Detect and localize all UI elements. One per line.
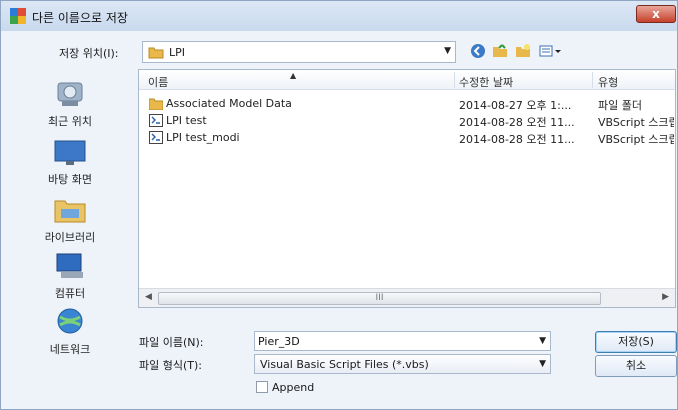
folder-icon — [148, 47, 164, 59]
place-recent[interactable]: 최근 위치 — [15, 79, 125, 129]
place-label: 컴퓨터 — [54, 287, 86, 300]
place-label: 바탕 화면 — [48, 173, 92, 186]
save-as-dialog: 다른 이름으로 저장 x 저장 위치(I): LPI ▼ 최근 위치 바탕 화면… — [0, 0, 678, 410]
file-list-header: 이름 ▲ 수정한 날짜 유형 — [139, 70, 675, 90]
scroll-right-icon[interactable]: ▶ — [662, 292, 669, 302]
file-date: 2014-08-28 오전 11... — [459, 133, 575, 146]
recent-places-icon — [52, 79, 88, 109]
file-name: LPI test — [166, 114, 207, 127]
chevron-down-icon: ▼ — [539, 359, 546, 369]
folder-icon — [149, 98, 163, 110]
filetype-dropdown[interactable]: Visual Basic Script Files (*.vbs) ▼ — [254, 354, 551, 374]
place-label: 라이브러리 — [44, 231, 96, 244]
desktop-icon — [52, 137, 88, 167]
filename-input[interactable] — [258, 334, 528, 349]
chevron-down-icon[interactable]: ▼ — [539, 336, 546, 346]
place-libraries[interactable]: 라이브러리 — [15, 195, 125, 245]
place-label: 최근 위치 — [48, 115, 92, 128]
window-title: 다른 이름으로 저장 — [32, 11, 128, 25]
file-type: 파일 폴더 — [598, 99, 642, 112]
new-folder-icon[interactable] — [514, 43, 532, 61]
list-item[interactable]: LPI test_modi 2014-08-28 오전 11... VBScri… — [139, 130, 675, 146]
save-button[interactable]: 저장(S) — [595, 331, 677, 353]
sort-ascending-icon: ▲ — [290, 71, 297, 80]
filename-field[interactable]: ▼ — [254, 331, 551, 351]
filetype-value: Visual Basic Script Files (*.vbs) — [260, 358, 429, 371]
column-date-modified[interactable]: 수정한 날짜 — [459, 74, 513, 90]
computer-icon — [52, 251, 88, 281]
filetype-label: 파일 형식(T): — [139, 359, 202, 372]
save-in-value: LPI — [169, 46, 186, 59]
column-name[interactable]: 이름 — [148, 74, 168, 90]
up-folder-icon[interactable] — [491, 43, 509, 61]
network-icon — [52, 307, 88, 337]
list-item[interactable]: LPI test 2014-08-28 오전 11... VBScript 스크… — [139, 113, 675, 129]
list-item[interactable]: Associated Model Data 2014-08-27 오후 1:..… — [139, 96, 675, 112]
view-menu-icon[interactable] — [538, 43, 564, 61]
place-label: 네트워크 — [49, 343, 91, 356]
cancel-button[interactable]: 취소 — [595, 355, 677, 377]
save-in-label: 저장 위치(I): — [59, 47, 119, 60]
close-button[interactable]: x — [636, 5, 676, 23]
checkbox-box[interactable] — [256, 381, 268, 393]
file-name: Associated Model Data — [166, 97, 292, 110]
save-in-dropdown[interactable]: LPI ▼ — [142, 41, 456, 63]
chevron-down-icon: ▼ — [444, 46, 451, 56]
file-type: VBScript 스크립트 — [598, 116, 674, 129]
places-bar: 최근 위치 바탕 화면 라이브러리 컴퓨터 네트워크 — [15, 69, 125, 357]
file-type: VBScript 스크립트 — [598, 133, 674, 146]
vbscript-file-icon — [149, 114, 163, 127]
file-list[interactable]: 이름 ▲ 수정한 날짜 유형 Associated Model Data 201… — [138, 69, 676, 308]
column-type[interactable]: 유형 — [598, 74, 618, 90]
place-computer[interactable]: 컴퓨터 — [15, 251, 125, 301]
append-label: Append — [272, 381, 315, 394]
scroll-left-icon[interactable]: ◀ — [145, 292, 152, 302]
app-icon — [10, 8, 26, 24]
place-network[interactable]: 네트워크 — [15, 307, 125, 357]
scrollbar-thumb[interactable]: III — [158, 292, 601, 305]
file-name: LPI test_modi — [166, 131, 240, 144]
place-desktop[interactable]: 바탕 화면 — [15, 137, 125, 187]
file-date: 2014-08-27 오후 1:... — [459, 99, 572, 112]
vbscript-file-icon — [149, 131, 163, 144]
back-icon[interactable] — [469, 43, 487, 61]
title-bar[interactable]: 다른 이름으로 저장 x — [1, 1, 677, 31]
horizontal-scrollbar[interactable]: ◀ III ▶ — [139, 288, 675, 307]
file-date: 2014-08-28 오전 11... — [459, 116, 575, 129]
libraries-icon — [52, 195, 88, 225]
filename-label: 파일 이름(N): — [139, 336, 204, 349]
